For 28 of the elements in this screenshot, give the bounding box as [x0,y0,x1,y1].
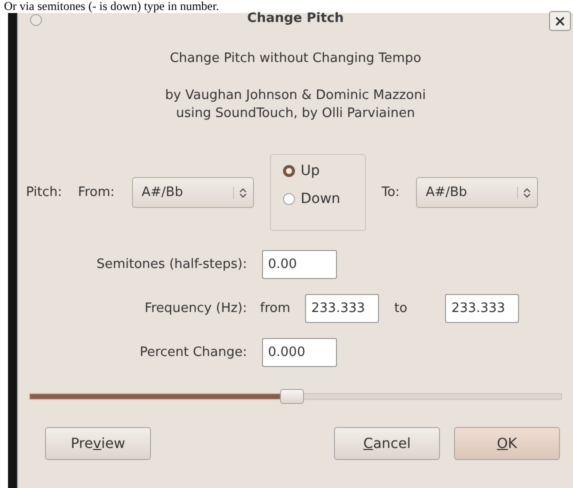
from-dropdown[interactable]: A#/Bb [132,177,254,208]
from-label: from [260,301,290,316]
spin-arrows-icon [516,186,531,198]
credit-line: using SoundTouch, by Olli Parviainen [175,105,416,123]
dialog-button[interactable]: Cancel [334,427,440,460]
from-label: From: [78,185,115,200]
frequency-to-field[interactable]: 233.333 [445,294,520,323]
frequency-from-field[interactable]: 233.333 [305,294,380,323]
percent-change-field[interactable]: 0.000 [262,338,337,367]
ok-button[interactable]: OK [454,427,560,460]
semitones-field[interactable]: 0.00 [262,250,337,279]
direction-radio[interactable]: Up [282,163,365,179]
to-dropdown[interactable]: A#/Bb [416,177,538,208]
window-title: Change Pitch [247,10,344,26]
slider-thumb[interactable] [280,389,304,404]
percent-change-label: Percent Change: [138,345,247,360]
semitones-label: Semitones (half-steps): [95,257,247,272]
to-label: To: [382,185,400,200]
dialog-button[interactable]: Preview [45,427,151,460]
credit-line: by Vaughan Johnson & Dominic Mazzoni [164,87,427,105]
pitch-label: Pitch: [26,185,62,200]
close-button[interactable]: × [549,11,571,31]
to-label: to [394,301,408,316]
dialog-heading: Change Pitch without Changing Tempo [168,51,422,66]
frequency-label: Frequency (Hz): [144,301,247,316]
spin-arrows-icon [232,186,247,198]
direction-radio[interactable]: Down [282,191,365,207]
page-text: Or via semitones (- is down) type in number. [4,0,220,13]
